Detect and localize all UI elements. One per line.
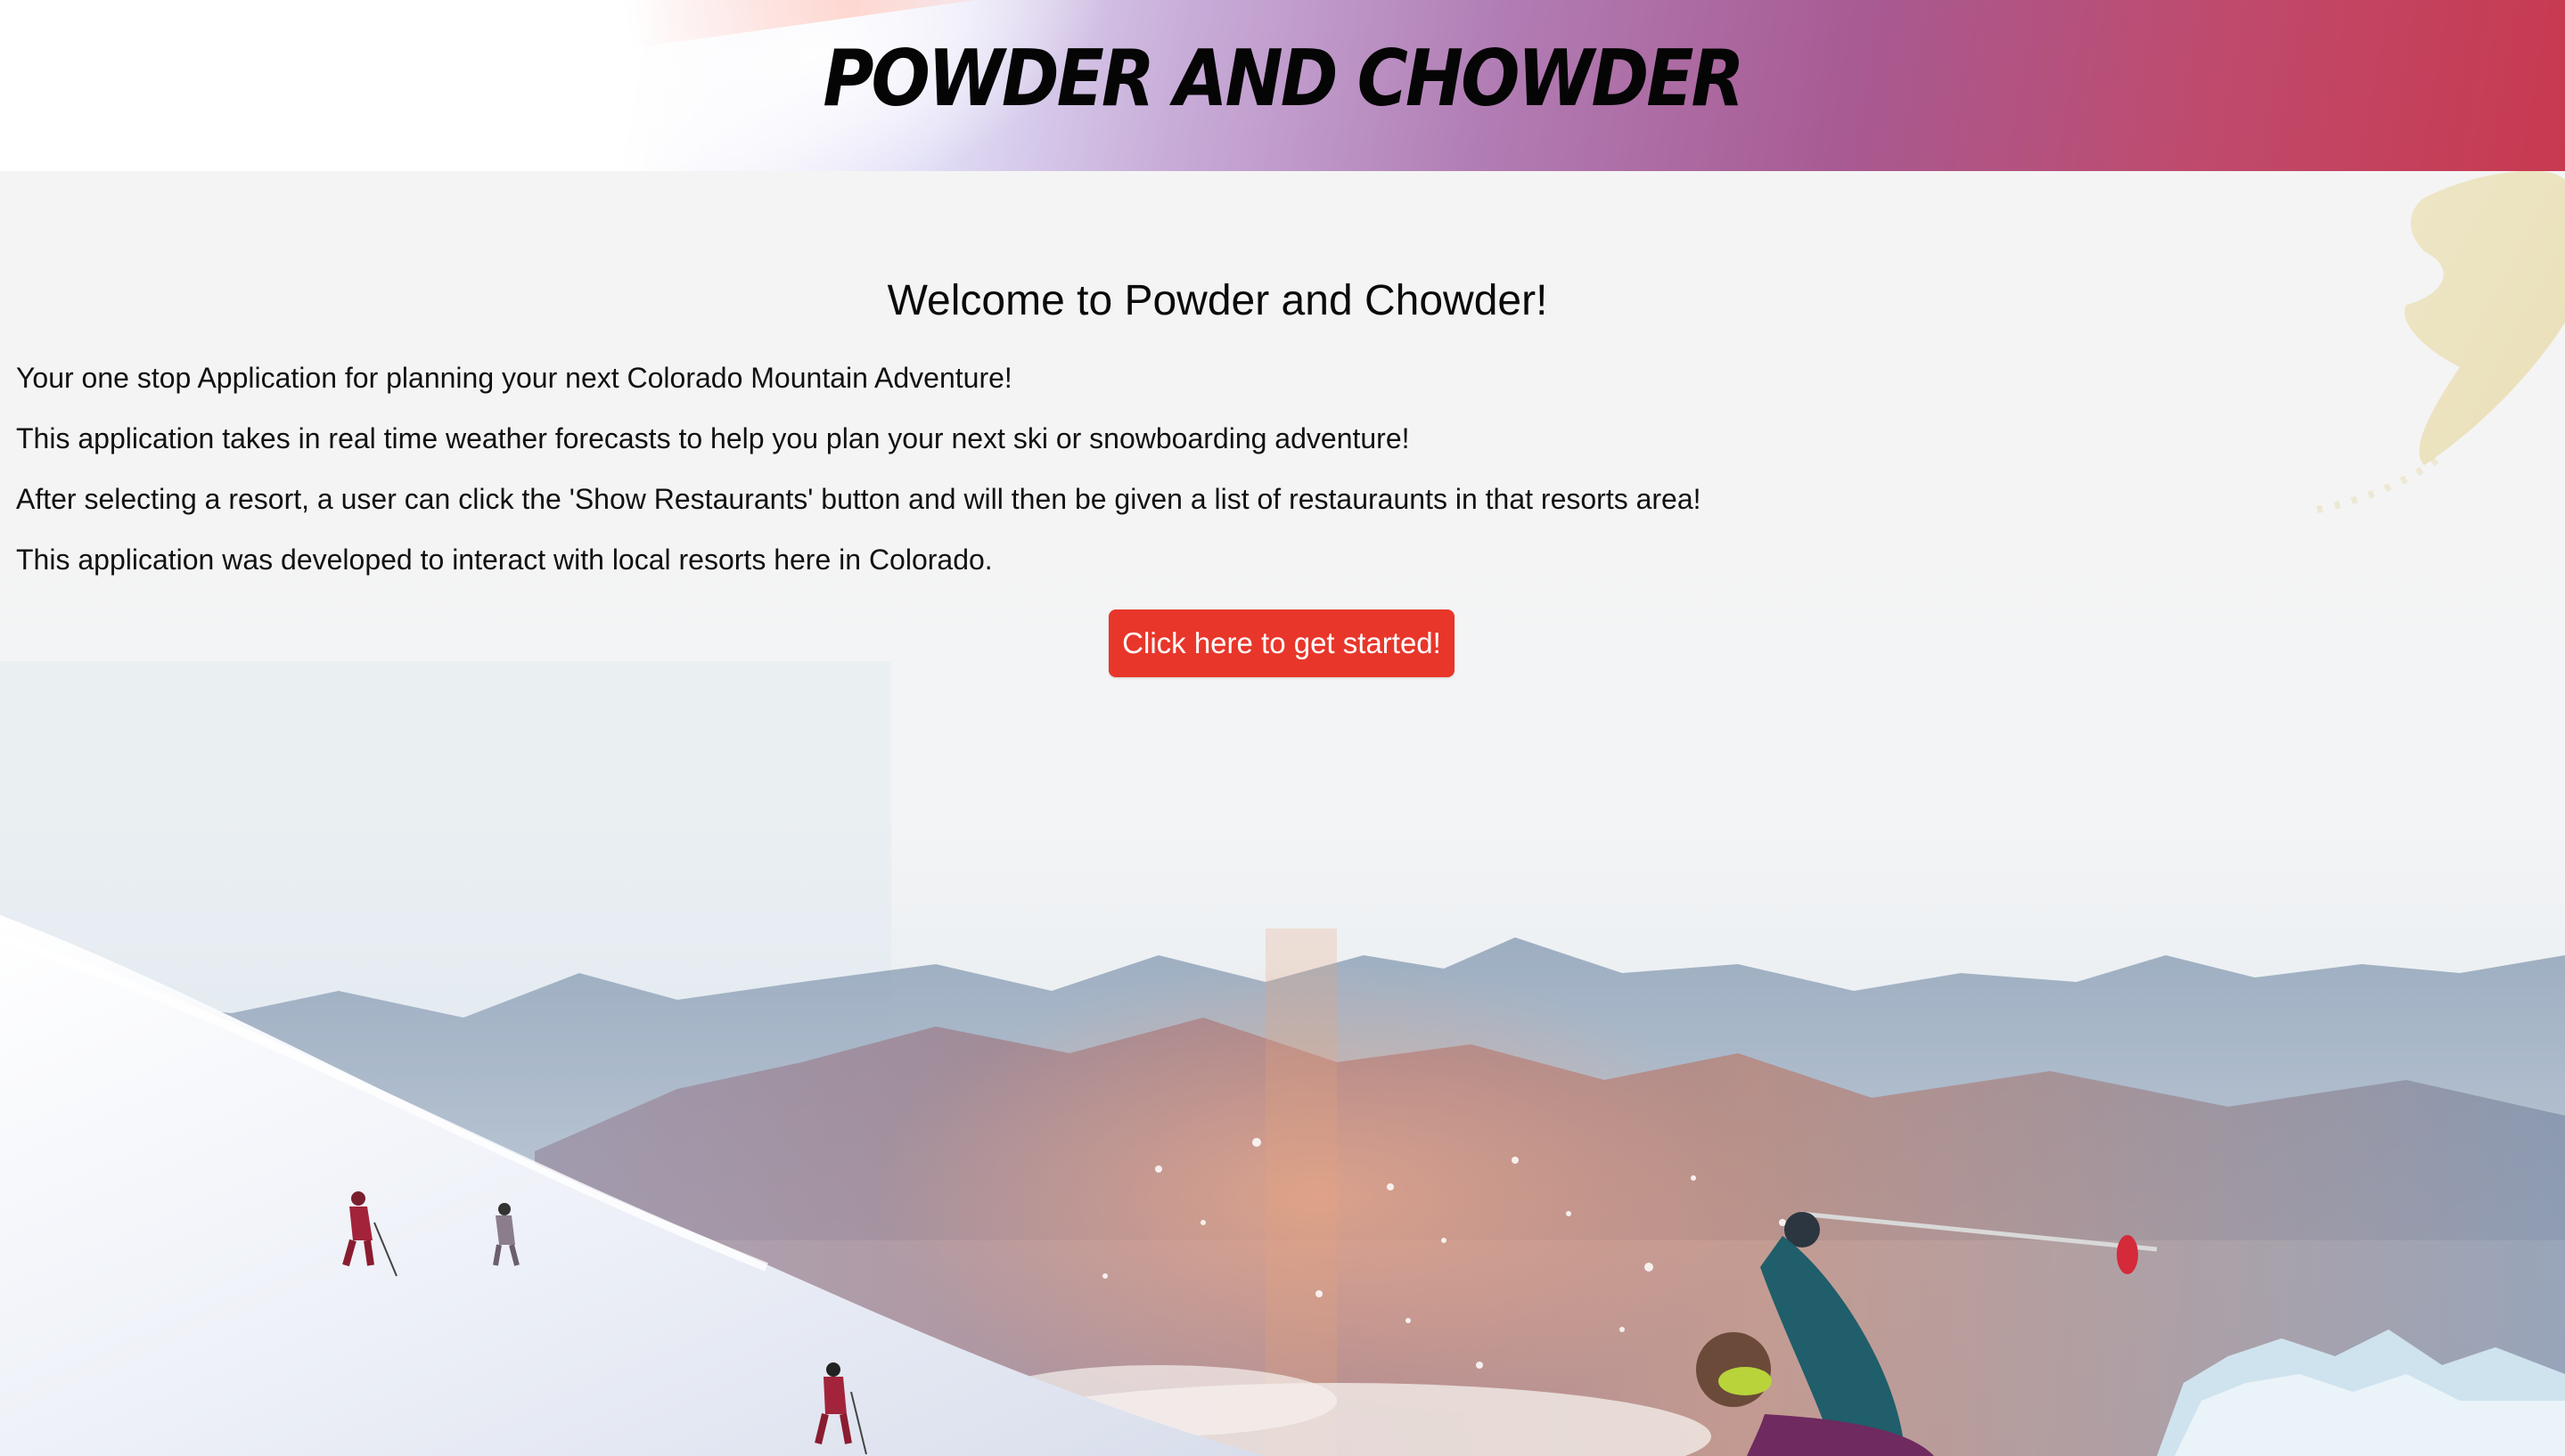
site-title: Powder and Chowder [823, 34, 1744, 125]
intro-paragraph: Your one stop Application for planning y… [16, 362, 1012, 394]
main-content: Welcome to Powder and Chowder! Your one … [0, 171, 2565, 1456]
site-header: Powder and Chowder [0, 0, 2565, 171]
welcome-heading: Welcome to Powder and Chowder! [887, 277, 1548, 324]
intro-paragraph: After selecting a resort, a user can cli… [16, 483, 1701, 515]
intro-paragraph: This application takes in real time weat… [16, 422, 1410, 454]
intro-paragraph: This application was developed to intera… [16, 544, 993, 576]
get-started-button[interactable]: Click here to get started! [1109, 609, 1455, 677]
